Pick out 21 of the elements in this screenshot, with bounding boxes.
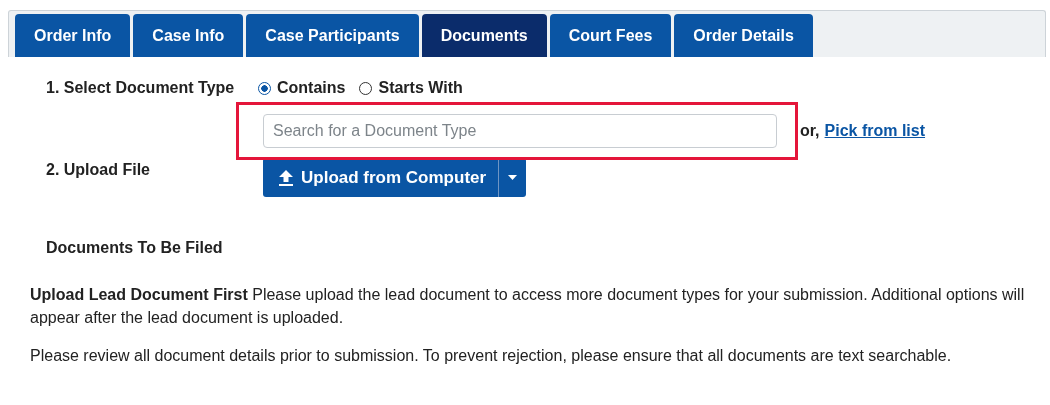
tab[interactable]: Documents — [421, 14, 547, 57]
upload-icon — [278, 169, 294, 186]
field-label: 2. Upload File — [46, 161, 151, 179]
tab[interactable]: Court Fees — [549, 14, 672, 57]
tab[interactable]: Order Info — [15, 14, 131, 57]
radio-option[interactable]: Starts With — [359, 79, 463, 97]
caret-icon — [508, 175, 518, 180]
tab[interactable]: Case Info — [133, 14, 244, 57]
upload-button[interactable]: Upload from Computer — [263, 158, 499, 197]
tab[interactable]: Order Details — [674, 14, 813, 57]
tab[interactable]: Case Participants — [246, 14, 419, 57]
field-label: 1. Select Document Type — [46, 79, 236, 97]
radio-button-icon[interactable] — [258, 81, 271, 95]
search-field[interactable]: Search for a Document Type — [263, 114, 777, 148]
radio-option[interactable]: Contains — [258, 79, 346, 97]
dropdown-button[interactable] — [498, 158, 527, 197]
paragraph: Upload Lead Document First Please upload the lead document to access more document types for your submission. Additional options will appear after the lead document is uploaded. — [30, 285, 1026, 328]
or-text: or, — [800, 122, 820, 140]
pick-from-list-link[interactable]: Pick from list — [824, 122, 926, 140]
section-title: Documents To Be Filed — [46, 239, 224, 257]
paragraph: Please review all document details prior to submission. To prevent rejection, please ensure that all documents are text searchable. — [30, 346, 953, 366]
